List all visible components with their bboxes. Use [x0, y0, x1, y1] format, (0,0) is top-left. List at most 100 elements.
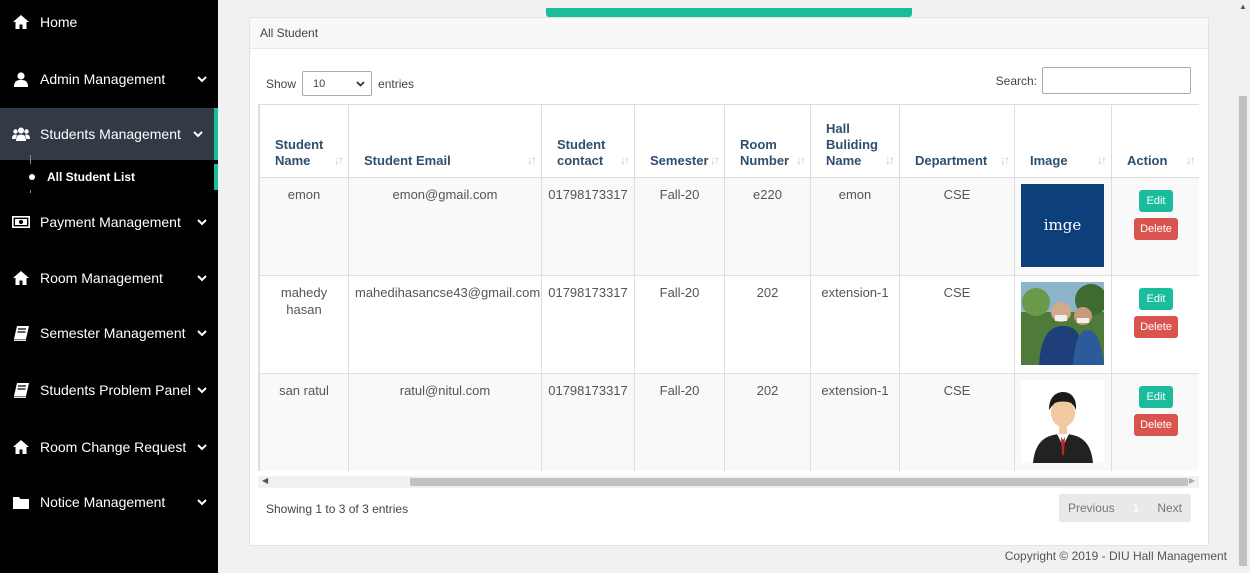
page-button[interactable]: 1 — [1124, 501, 1149, 515]
search-control: Search: — [996, 67, 1191, 94]
entries-select[interactable]: 10 — [302, 71, 373, 96]
edit-button[interactable]: Edit — [1139, 386, 1173, 408]
previous-button[interactable]: Previous — [1059, 501, 1124, 515]
delete-button[interactable]: Delete — [1134, 414, 1178, 436]
sidebar-item-label: Home — [40, 14, 78, 30]
sort-icon: ↓↑ — [620, 153, 630, 167]
sidebar-item-room-change-request[interactable]: Room Change Request — [0, 421, 218, 473]
sidebar-item-label: Room Management — [40, 270, 163, 286]
cell-room: e220 — [724, 177, 811, 276]
pagination: Previous 1 Next — [1058, 494, 1191, 522]
cell-department: CSE — [899, 275, 1015, 374]
sort-icon: ↓↑ — [527, 153, 537, 167]
column-header-department[interactable]: Department ↓↑ — [899, 104, 1015, 178]
column-header-semester[interactable]: Semester ↓↑ — [634, 104, 725, 178]
chevron-down-icon — [196, 443, 208, 451]
sidebar-item-home[interactable]: Home — [0, 0, 218, 48]
cell-email: ratul@nitul.com — [348, 373, 542, 471]
edit-button[interactable]: Edit — [1139, 190, 1173, 212]
cell-semester: Fall-20 — [634, 275, 725, 374]
student-photo: imge — [1021, 184, 1104, 267]
users-icon — [12, 126, 30, 142]
folder-icon — [12, 494, 30, 510]
home-icon — [12, 270, 30, 286]
sidebar-item-room-management[interactable]: Room Management — [0, 252, 218, 304]
students-table: Student Name ↓↑ Student Email ↓↑ Student c… — [259, 104, 1199, 471]
edit-button[interactable]: Edit — [1139, 288, 1173, 310]
show-label: Show — [266, 76, 297, 91]
footer-copyright: Copyright © 2019 - DIU Hall Management — [1004, 549, 1227, 563]
sidebar-item-label: Payment Management — [40, 214, 181, 230]
next-button[interactable]: Next — [1148, 501, 1191, 515]
chevron-down-icon — [196, 218, 208, 226]
table-info: Showing 1 to 3 of 3 entries — [266, 502, 409, 516]
user-icon — [12, 71, 30, 87]
sidebar-item-notice-management[interactable]: Notice Management — [0, 476, 218, 528]
scroll-right-icon[interactable]: ▶ — [1189, 476, 1195, 485]
book-icon — [12, 325, 30, 341]
search-input[interactable] — [1042, 67, 1191, 94]
sort-icon: ↓↑ — [885, 153, 895, 167]
cell-name: emon — [259, 177, 349, 276]
cell-email: mahedihasancse43@gmail.com — [348, 275, 542, 374]
student-photo — [1021, 282, 1104, 365]
sort-icon: ↓↑ — [1000, 153, 1010, 167]
sidebar-item-students-problem-panel[interactable]: Students Problem Panel — [0, 364, 218, 416]
cell-semester: Fall-20 — [634, 177, 725, 276]
column-header-action[interactable]: Action ↓↑ — [1111, 104, 1199, 178]
scrollbar-thumb[interactable] — [410, 478, 1188, 486]
home-icon — [12, 14, 30, 30]
sidebar-subitem-all-student-list[interactable]: All Student List — [0, 164, 218, 190]
entries-value: 10 — [313, 77, 326, 90]
cell-name: mahedy hasan — [259, 275, 349, 374]
vertical-scrollbar[interactable]: ▲ — [1236, 0, 1250, 573]
scroll-up-icon[interactable]: ▲ — [1239, 2, 1247, 11]
sidebar-item-students-management[interactable]: Students Management — [0, 108, 218, 160]
chevron-down-icon — [196, 498, 208, 506]
sidebar-item-semester-management[interactable]: Semester Management — [0, 307, 218, 359]
table-row: emon emon@gmail.com 01798173317 Fall-20 … — [259, 177, 1199, 276]
column-header-contact[interactable]: Student contact ↓↑ — [541, 104, 635, 178]
cell-department: CSE — [899, 373, 1015, 471]
money-icon — [12, 214, 30, 230]
column-header-image[interactable]: Image ↓↑ — [1014, 104, 1112, 178]
cell-action: Edit Delete — [1111, 373, 1199, 471]
home-icon — [12, 439, 30, 455]
length-control: Show 10 entries — [266, 71, 414, 96]
column-header-hall[interactable]: Hall Buliding Name ↓↑ — [810, 104, 900, 178]
column-header-name[interactable]: Student Name ↓↑ — [259, 104, 349, 178]
panel-heading: All Student — [250, 18, 1208, 49]
chevron-down-icon — [192, 130, 204, 138]
table-row: mahedy hasan mahedihasancse43@gmail.com … — [259, 275, 1199, 374]
cell-contact: 01798173317 — [541, 177, 635, 276]
column-header-room[interactable]: Room Number ↓↑ — [724, 104, 811, 178]
sidebar-item-label: Room Change Request — [40, 439, 187, 455]
student-photo — [1021, 380, 1104, 463]
sort-icon: ↓↑ — [334, 153, 344, 167]
column-header-email[interactable]: Student Email ↓↑ — [348, 104, 542, 178]
sidebar-item-admin-management[interactable]: Admin Management — [0, 53, 218, 105]
book-icon — [12, 382, 30, 398]
delete-button[interactable]: Delete — [1134, 218, 1178, 240]
horizontal-scrollbar[interactable]: ◀ ▶ — [258, 476, 1199, 488]
cell-image: imge — [1014, 177, 1112, 276]
top-accent-bar — [546, 8, 912, 17]
delete-button[interactable]: Delete — [1134, 316, 1178, 338]
sort-icon: ↓↑ — [796, 153, 806, 167]
sidebar-item-payment-management[interactable]: Payment Management — [0, 196, 218, 248]
sort-icon: ↓↑ — [1186, 153, 1196, 167]
student-panel: All Student Show 10 entries Search: Stud… — [249, 17, 1209, 546]
sidebar-item-label: Semester Management — [40, 325, 186, 341]
scrollbar-thumb[interactable] — [1239, 96, 1247, 566]
sidebar: Home Admin Management Students Managemen… — [0, 0, 218, 573]
chevron-down-icon — [196, 386, 208, 394]
scroll-left-icon[interactable]: ◀ — [262, 476, 268, 485]
cell-room: 202 — [724, 373, 811, 471]
sort-icon: ↓↑ — [1097, 153, 1107, 167]
entries-label: entries — [378, 76, 415, 91]
sidebar-item-label: Students Problem Panel — [40, 382, 191, 398]
panel-title: All Student — [260, 26, 319, 40]
cell-hall: extension-1 — [810, 275, 900, 374]
cell-image — [1014, 373, 1112, 471]
chevron-down-icon — [196, 329, 208, 337]
